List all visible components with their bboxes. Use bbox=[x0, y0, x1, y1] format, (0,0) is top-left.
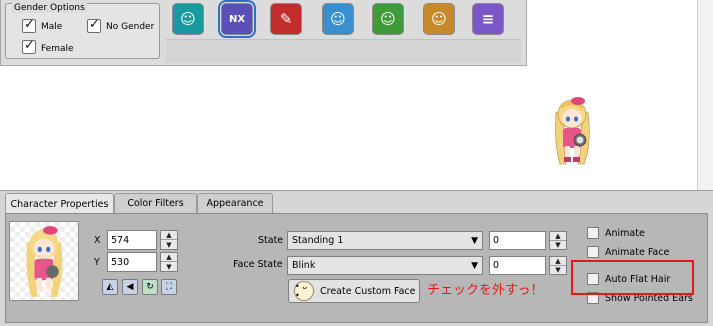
hero-icon[interactable]: ☺ bbox=[423, 3, 455, 35]
spin-up-icon[interactable]: ▲ bbox=[550, 257, 566, 266]
face-state-dropdown[interactable]: Blink ▼ bbox=[287, 256, 483, 275]
annotation-highlight-box bbox=[571, 260, 694, 295]
flip-left-icon[interactable]: ◭ bbox=[102, 279, 118, 295]
female-checkbox[interactable] bbox=[22, 38, 36, 54]
cygnus-icon[interactable]: ☺ bbox=[322, 3, 354, 35]
warrior-icon[interactable]: ✎ bbox=[270, 3, 302, 35]
y-label: Y bbox=[94, 257, 100, 268]
female-label: Female bbox=[41, 44, 74, 54]
chevron-down-icon: ▼ bbox=[471, 261, 478, 271]
y-input[interactable]: 530 bbox=[107, 252, 157, 272]
animate-face-checkbox[interactable] bbox=[587, 246, 599, 258]
spin-down-icon[interactable]: ▼ bbox=[161, 262, 177, 271]
create-custom-face-label: Create Custom Face bbox=[320, 285, 416, 297]
animate-label: Animate bbox=[605, 228, 645, 239]
face-state-frame-input[interactable]: 0 bbox=[489, 256, 546, 275]
x-label: X bbox=[94, 235, 101, 246]
spin-down-icon[interactable]: ▼ bbox=[550, 266, 566, 275]
character-sprite[interactable] bbox=[546, 94, 598, 166]
face-state-dropdown-value: Blink bbox=[292, 260, 316, 271]
animate-face-label: Animate Face bbox=[605, 247, 670, 258]
vertical-scrollbar[interactable] bbox=[697, 0, 713, 190]
spin-up-icon[interactable]: ▲ bbox=[161, 231, 177, 240]
annotation-text: チェックを外すっ！ bbox=[427, 283, 544, 298]
y-spinner[interactable]: ▲ ▼ bbox=[160, 252, 178, 272]
spin-up-icon[interactable]: ▲ bbox=[161, 253, 177, 262]
male-checkbox[interactable] bbox=[22, 17, 36, 33]
center-icon[interactable]: ⛶ bbox=[161, 279, 177, 295]
no-gender-label: No Gender bbox=[106, 22, 155, 32]
face-icon: • ᴗ • bbox=[294, 281, 314, 301]
job-icon-strip: ☺ NX ✎ ☺ ☺ ☺ ≡ bbox=[166, 0, 521, 38]
nx-icon[interactable]: NX bbox=[218, 0, 256, 38]
state-label: State bbox=[258, 235, 284, 246]
character-thumbnail bbox=[9, 221, 79, 301]
arrow-left-icon[interactable]: ◀ bbox=[122, 279, 138, 295]
gender-options-title: Gender Options bbox=[12, 3, 87, 13]
spin-down-icon[interactable]: ▼ bbox=[161, 240, 177, 249]
tab-color-filters[interactable]: Color Filters bbox=[114, 193, 197, 213]
character-thumbnail-sprite bbox=[26, 226, 63, 297]
state-frame-spinner[interactable]: ▲ ▼ bbox=[549, 231, 567, 250]
spin-down-icon[interactable]: ▼ bbox=[550, 241, 566, 250]
refresh-icon[interactable]: ↻ bbox=[142, 279, 158, 295]
face-state-frame-spinner[interactable]: ▲ ▼ bbox=[549, 256, 567, 275]
chevron-down-icon: ▼ bbox=[471, 236, 478, 246]
x-spinner[interactable]: ▲ ▼ bbox=[160, 230, 178, 250]
tab-appearance[interactable]: Appearance bbox=[197, 193, 273, 213]
create-custom-face-button[interactable]: • ᴗ • Create Custom Face bbox=[288, 279, 420, 303]
tab-character-properties[interactable]: Character Properties bbox=[5, 193, 114, 214]
job-strip-footer bbox=[166, 39, 521, 63]
no-gender-checkbox[interactable] bbox=[87, 17, 101, 33]
male-label: Male bbox=[41, 22, 63, 32]
state-dropdown-value: Standing 1 bbox=[292, 235, 344, 246]
spin-up-icon[interactable]: ▲ bbox=[550, 232, 566, 241]
state-frame-input[interactable]: 0 bbox=[489, 231, 546, 250]
animate-checkbox[interactable] bbox=[587, 227, 599, 239]
face-state-label: Face State bbox=[233, 259, 283, 270]
resistance-icon[interactable]: ☺ bbox=[372, 3, 404, 35]
state-dropdown[interactable]: Standing 1 ▼ bbox=[287, 231, 483, 250]
explorer-icon[interactable]: ☺ bbox=[172, 3, 204, 35]
x-input[interactable]: 574 bbox=[107, 230, 157, 250]
misc-icon[interactable]: ≡ bbox=[472, 3, 504, 35]
